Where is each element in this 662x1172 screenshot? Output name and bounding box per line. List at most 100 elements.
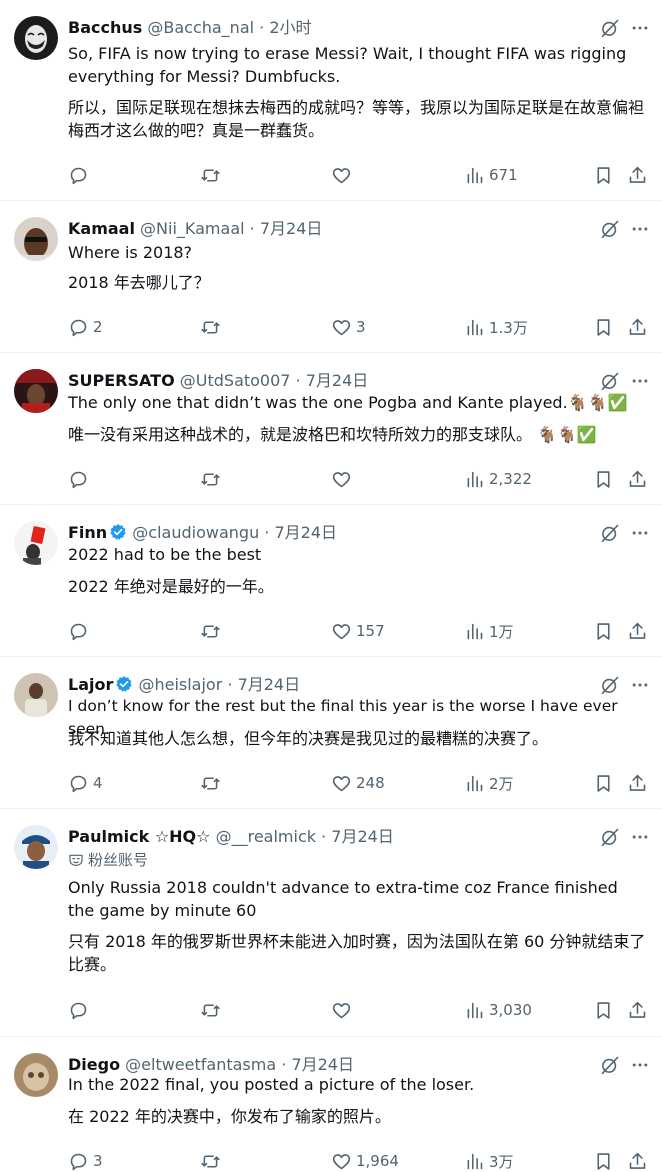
tweet[interactable]: SUPERSATO @UtdSato007 · 7月24日 The only o… bbox=[0, 353, 662, 505]
views-button[interactable]: 671 bbox=[464, 164, 518, 186]
display-name[interactable]: Lajor bbox=[68, 675, 113, 694]
more-icon[interactable] bbox=[630, 1055, 650, 1075]
like-button[interactable]: 1,964 bbox=[331, 1150, 399, 1172]
views-button[interactable]: 3万 bbox=[464, 1150, 514, 1172]
tweet[interactable]: Paulmick ☆HQ☆ @__realmick · 7月24日 粉丝账号 O… bbox=[0, 809, 662, 1037]
reply-button[interactable] bbox=[68, 164, 93, 186]
reply-button[interactable] bbox=[68, 999, 93, 1021]
reply-button[interactable] bbox=[68, 468, 93, 490]
display-name[interactable]: Paulmick ☆HQ☆ bbox=[68, 827, 211, 846]
retweet-button[interactable] bbox=[200, 999, 225, 1021]
timestamp[interactable]: 7月24日 bbox=[260, 219, 323, 238]
views-button[interactable]: 1.3万 bbox=[464, 316, 528, 338]
retweet-button[interactable] bbox=[200, 164, 225, 186]
avatar[interactable] bbox=[14, 825, 58, 869]
handle[interactable]: @claudiowangu bbox=[132, 523, 259, 542]
share-button[interactable] bbox=[627, 999, 648, 1021]
views-icon bbox=[467, 1002, 483, 1018]
share-button[interactable] bbox=[627, 164, 648, 186]
reply-button[interactable]: 2 bbox=[68, 316, 103, 338]
timestamp[interactable]: 7月24日 bbox=[238, 675, 301, 694]
avatar[interactable] bbox=[14, 369, 58, 413]
share-button[interactable] bbox=[627, 772, 648, 794]
retweet-icon bbox=[201, 168, 220, 182]
retweet-button[interactable] bbox=[200, 620, 225, 642]
timestamp[interactable]: 7月24日 bbox=[274, 523, 337, 542]
handle[interactable]: @Nii_Kamaal bbox=[140, 219, 245, 238]
fan-account-badge[interactable]: 粉丝账号 bbox=[68, 850, 148, 870]
tweet[interactable]: Finn @claudiowangu · 7月24日 2022 had to b… bbox=[0, 505, 662, 657]
timestamp[interactable]: 7月24日 bbox=[331, 827, 394, 846]
like-button[interactable]: 157 bbox=[331, 620, 385, 642]
views-button[interactable]: 3,030 bbox=[464, 999, 532, 1021]
handle[interactable]: @Baccha_nal bbox=[147, 18, 254, 37]
bookmark-button[interactable] bbox=[593, 164, 614, 186]
views-button[interactable]: 2万 bbox=[464, 772, 514, 794]
more-icon[interactable] bbox=[630, 18, 650, 38]
retweet-button[interactable] bbox=[200, 772, 225, 794]
grok-icon[interactable] bbox=[600, 675, 620, 695]
bookmark-button[interactable] bbox=[593, 772, 614, 794]
handle[interactable]: @heislajor bbox=[138, 675, 222, 694]
avatar[interactable] bbox=[14, 521, 58, 565]
reply-button[interactable]: 4 bbox=[68, 772, 103, 794]
share-button[interactable] bbox=[627, 620, 648, 642]
avatar[interactable] bbox=[14, 1053, 58, 1097]
reply-icon bbox=[70, 1002, 87, 1019]
handle[interactable]: @UtdSato007 bbox=[180, 371, 291, 390]
display-name[interactable]: Bacchus bbox=[68, 18, 142, 37]
display-name[interactable]: Diego bbox=[68, 1055, 120, 1074]
reply-button[interactable]: 3 bbox=[68, 1150, 103, 1172]
grok-icon[interactable] bbox=[600, 371, 620, 391]
avatar[interactable] bbox=[14, 16, 58, 60]
like-button[interactable]: 248 bbox=[331, 772, 385, 794]
more-icon[interactable] bbox=[630, 827, 650, 847]
share-button[interactable] bbox=[627, 1150, 648, 1172]
retweet-icon bbox=[201, 1003, 220, 1017]
bookmark-button[interactable] bbox=[593, 316, 614, 338]
views-button[interactable]: 2,322 bbox=[464, 468, 532, 490]
like-button[interactable] bbox=[331, 164, 356, 186]
tweet[interactable]: Kamaal @Nii_Kamaal · 7月24日 Where is 2018… bbox=[0, 201, 662, 353]
share-button[interactable] bbox=[627, 468, 648, 490]
like-button[interactable]: 3 bbox=[331, 316, 366, 338]
bookmark-button[interactable] bbox=[593, 1150, 614, 1172]
timestamp[interactable]: 2小时 bbox=[269, 18, 311, 37]
reply-button[interactable] bbox=[68, 620, 93, 642]
grok-icon[interactable] bbox=[600, 523, 620, 543]
grok-icon[interactable] bbox=[600, 219, 620, 239]
display-name[interactable]: Kamaal bbox=[68, 219, 135, 238]
grok-icon[interactable] bbox=[600, 1055, 620, 1075]
grok-icon[interactable] bbox=[600, 18, 620, 38]
heart-icon bbox=[332, 1002, 351, 1018]
handle[interactable]: @__realmick bbox=[216, 827, 316, 846]
handle[interactable]: @eltweetfantasma bbox=[125, 1055, 276, 1074]
tweet[interactable]: Bacchus @Baccha_nal · 2小时 So, FIFA is no… bbox=[0, 0, 662, 201]
like-button[interactable] bbox=[331, 468, 356, 490]
more-icon[interactable] bbox=[630, 523, 650, 543]
timestamp[interactable]: 7月24日 bbox=[306, 371, 369, 390]
more-icon[interactable] bbox=[630, 371, 650, 391]
retweet-button[interactable] bbox=[200, 1150, 225, 1172]
retweet-button[interactable] bbox=[200, 316, 225, 338]
tweet[interactable]: Diego @eltweetfantasma · 7月24日 In the 20… bbox=[0, 1037, 662, 1172]
action-bar: 157 1万 bbox=[68, 620, 648, 642]
bookmark-button[interactable] bbox=[593, 999, 614, 1021]
retweet-button[interactable] bbox=[200, 468, 225, 490]
display-name[interactable]: SUPERSATO bbox=[68, 371, 175, 390]
tweet[interactable]: Lajor @heislajor · 7月24日 I don’t know fo… bbox=[0, 657, 662, 809]
share-button[interactable] bbox=[627, 316, 648, 338]
avatar[interactable] bbox=[14, 217, 58, 261]
avatar[interactable] bbox=[14, 673, 58, 717]
tweet-translation: 所以，国际足联现在想抹去梅西的成就吗？等等，我原以为国际足联是在故意偏袒梅西才这… bbox=[68, 98, 645, 140]
timestamp[interactable]: 7月24日 bbox=[291, 1055, 354, 1074]
more-icon[interactable] bbox=[630, 675, 650, 695]
grok-icon[interactable] bbox=[600, 827, 620, 847]
views-button[interactable]: 1万 bbox=[464, 620, 514, 642]
display-name[interactable]: Finn bbox=[68, 523, 107, 542]
like-count: 248 bbox=[356, 774, 385, 792]
bookmark-button[interactable] bbox=[593, 620, 614, 642]
like-button[interactable] bbox=[331, 999, 356, 1021]
more-icon[interactable] bbox=[630, 219, 650, 239]
bookmark-button[interactable] bbox=[593, 468, 614, 490]
